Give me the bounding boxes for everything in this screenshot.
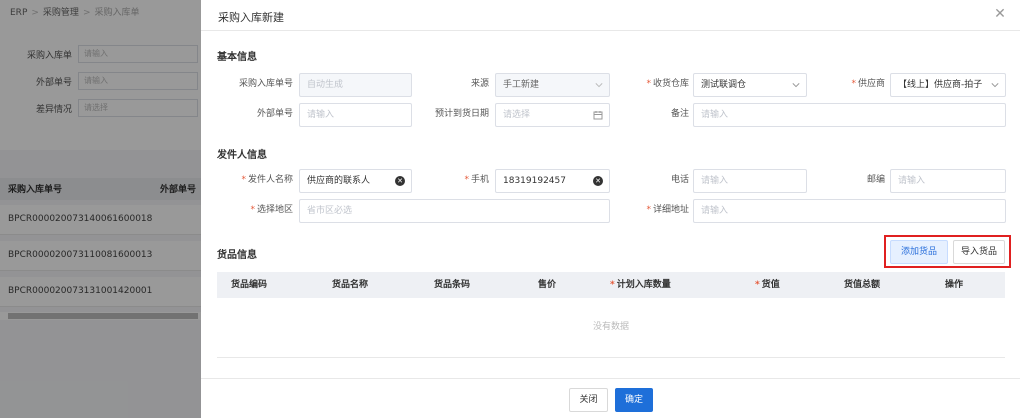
sender-name-label: * 发件人名称 (241, 175, 293, 185)
supplier-value: 【线上】供应商-拍子 (898, 80, 983, 90)
phone-label: 电话 (670, 175, 689, 185)
clear-icon[interactable]: ✕ (395, 176, 405, 186)
address-label: * 详细地址 (646, 205, 689, 215)
column-header: 操作 (945, 280, 964, 290)
warehouse-label: * 收货仓库 (646, 79, 689, 89)
divider (201, 30, 1020, 31)
supplier-select[interactable]: 【线上】供应商-拍子 (890, 73, 1006, 97)
source-label: 来源 (470, 79, 489, 89)
calendar-icon (593, 111, 603, 120)
add-goods-button[interactable]: 添加货品 (890, 240, 948, 264)
mobile-value: 18319192457 (503, 176, 566, 186)
sender-name-input[interactable]: 供应商的联系人 ✕ (299, 169, 412, 193)
clear-icon[interactable]: ✕ (593, 176, 603, 186)
section-title-basic: 基本信息 (217, 52, 257, 63)
address-input[interactable]: 请输入 (693, 199, 1006, 223)
order-no-label: 采购入库单号 (238, 79, 293, 89)
divider (201, 378, 1020, 379)
import-goods-button[interactable]: 导入货品 (953, 240, 1005, 264)
close-button[interactable]: 关闭 (569, 388, 608, 412)
column-header: 货品名称 (332, 280, 369, 290)
mobile-input[interactable]: 18319192457 ✕ (495, 169, 610, 193)
section-title-sender: 发件人信息 (217, 150, 267, 161)
eta-label: 预计到货日期 (434, 109, 489, 119)
eta-placeholder: 请选择 (503, 110, 531, 120)
remark-label: 备注 (670, 109, 689, 119)
column-header: 售价 (538, 280, 557, 290)
supplier-label: * 供应商 (851, 79, 885, 89)
region-cascader[interactable]: 省市区必选 (299, 199, 610, 223)
chevron-down-icon (792, 83, 800, 88)
order-no-field: 自动生成 (299, 73, 412, 97)
zip-label: 邮编 (866, 175, 885, 185)
source-value: 手工新建 (503, 80, 540, 90)
confirm-button[interactable]: 确定 (615, 388, 653, 412)
column-header: 货品编码 (231, 280, 268, 290)
drawer-title: 采购入库新建 (218, 11, 284, 24)
external-no-input[interactable]: 请输入 (299, 103, 412, 127)
region-label: * 选择地区 (250, 205, 293, 215)
chevron-down-icon (991, 83, 999, 88)
remark-input[interactable]: 请输入 (693, 103, 1006, 127)
section-title-goods: 货品信息 (217, 250, 257, 261)
chevron-down-icon (595, 83, 603, 88)
column-header: 货值总额 (844, 280, 881, 290)
phone-input[interactable]: 请输入 (693, 169, 807, 193)
empty-state: 没有数据 (217, 298, 1005, 358)
zip-input[interactable]: 请输入 (890, 169, 1006, 193)
close-icon[interactable]: ✕ (992, 6, 1008, 22)
eta-date-picker[interactable]: 请选择 (495, 103, 610, 127)
source-select: 手工新建 (495, 73, 610, 97)
column-header: * 计划入库数量 (610, 280, 671, 290)
warehouse-select[interactable]: 测试联调仓 (693, 73, 807, 97)
goods-table-header: 货品编码 货品名称 货品条码 售价 * 计划入库数量 * 货值 货值总额 操作 (217, 272, 1005, 298)
mobile-label: * 手机 (464, 175, 489, 185)
external-no-label: 外部单号 (256, 109, 293, 119)
create-drawer: 采购入库新建 ✕ 基本信息 采购入库单号 自动生成 来源 手工新建 * 收货仓库 … (201, 0, 1020, 418)
column-header: * 货值 (755, 280, 780, 290)
column-header: 货品条码 (434, 280, 471, 290)
sender-name-value: 供应商的联系人 (307, 176, 371, 186)
warehouse-value: 测试联调仓 (701, 80, 747, 90)
